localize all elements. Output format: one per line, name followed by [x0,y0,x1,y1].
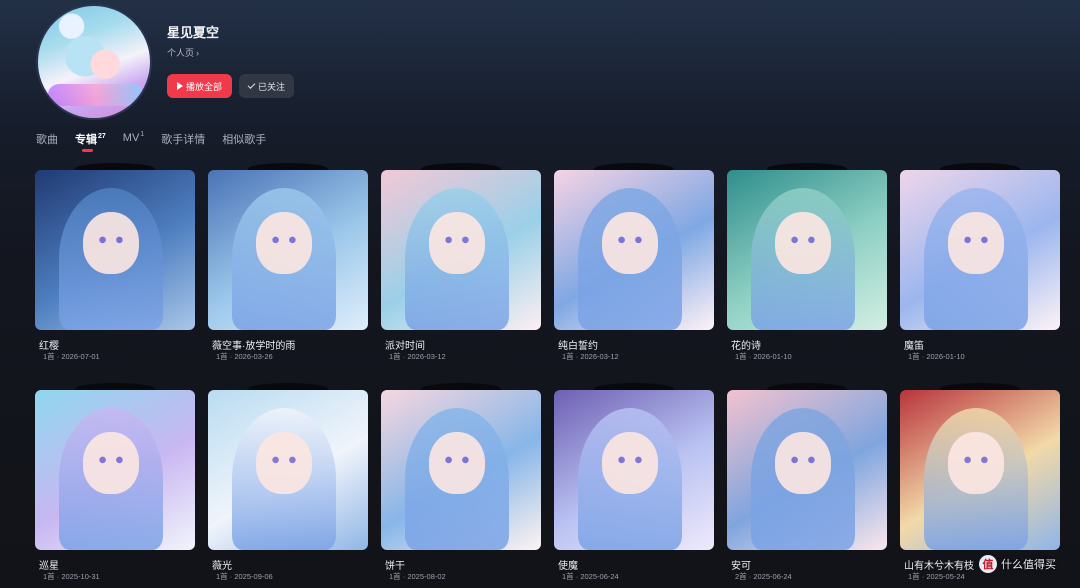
cover-art-face [948,212,1004,274]
album-title[interactable]: 薇光 [212,557,232,572]
play-all-button[interactable]: 播放全部 [167,74,232,98]
cover-art-face [602,432,658,494]
album-meta: 1首 · 2025-06-24 [562,572,619,581]
watermark-badge: 值 [979,555,997,573]
tab-label: MV [122,132,140,144]
cover-art-face [948,432,1004,494]
album-meta: 1首 · 2026-03-12 [562,352,619,361]
cover-art-face [83,212,139,274]
album-cover[interactable] [35,390,195,550]
album-meta: 1首 · 2025-05-24 [908,572,965,581]
album-cover[interactable] [381,170,541,330]
album-title[interactable]: 红樱 [39,337,59,352]
tab-label: 相似歌手 [222,134,267,146]
follow-label: 已关注 [257,81,285,92]
album-title[interactable]: 饼干 [385,557,405,572]
cover-art-face [83,432,139,494]
artist-tabs: 歌曲 专辑27 MV1 歌手详情 相似歌手 [36,131,283,155]
album-meta: 1首 · 2025-10-31 [43,572,100,581]
album-meta: 1首 · 2026-03-26 [216,352,273,361]
album-meta: 1首 · 2025-09-06 [216,572,273,581]
album-title[interactable]: 安可 [731,557,751,572]
album-meta: 1首 · 2026-07-01 [43,352,100,361]
album-title[interactable]: 纯白誓约 [558,337,598,352]
cover-art-face [429,432,485,494]
artist-name: 星见夏空 [167,25,220,40]
album-meta: 2首 · 2025-06-24 [735,572,792,581]
album-meta: 1首 · 2026-03-12 [389,352,446,361]
play-icon [176,82,183,90]
chevron-right-icon: › [196,48,200,58]
cover-art-face [429,212,485,274]
tab-4[interactable]: 相似歌手 [222,131,266,155]
tab-1[interactable]: 专辑27 [75,131,106,155]
cover-art-face [256,212,312,274]
profile-link-label: 个人页 [167,48,195,58]
album-cover[interactable] [381,390,541,550]
tab-count: 1 [140,131,145,138]
tab-3[interactable]: 歌手详情 [161,131,205,155]
artist-avatar[interactable] [36,4,152,120]
tab-label: 专辑 [75,134,97,146]
album-title[interactable]: 巡星 [39,557,59,572]
album-title[interactable]: 山有木兮木有枝 [904,557,974,572]
check-icon [247,81,256,89]
album-meta: 1首 · 2025-08-02 [389,572,446,581]
album-title[interactable]: 使魔 [558,557,578,572]
album-meta: 1首 · 2026-01-10 [908,352,965,361]
tab-label: 歌手详情 [161,134,206,146]
album-title[interactable]: 派对时间 [385,337,425,352]
cover-art-face [775,432,831,494]
cover-art-face [775,212,831,274]
tab-0[interactable]: 歌曲 [36,131,58,155]
album-meta: 1首 · 2026-01-10 [735,352,792,361]
album-cover[interactable] [554,390,714,550]
tab-count: 27 [98,133,106,140]
album-cover[interactable] [900,390,1060,550]
follow-button[interactable]: 已关注 [239,74,294,98]
album-cover[interactable] [554,170,714,330]
album-title[interactable]: 魔笛 [904,337,924,352]
album-title[interactable]: 花的诗 [731,337,761,352]
play-all-label: 播放全部 [185,81,222,92]
album-title[interactable]: 薇空事·放学时的雨 [212,337,295,352]
cover-art-face [256,432,312,494]
album-cover[interactable] [208,390,368,550]
album-cover[interactable] [35,170,195,330]
album-cover[interactable] [900,170,1060,330]
tab-2[interactable]: MV1 [123,131,144,155]
watermark: 值 什么值得买 [979,555,1056,573]
album-cover[interactable] [727,170,887,330]
cover-art-face [602,212,658,274]
profile-link[interactable]: 个人页 › [167,46,199,59]
album-cover[interactable] [727,390,887,550]
tab-label: 歌曲 [36,134,58,146]
album-cover[interactable] [208,170,368,330]
watermark-text: 什么值得买 [1001,559,1056,571]
